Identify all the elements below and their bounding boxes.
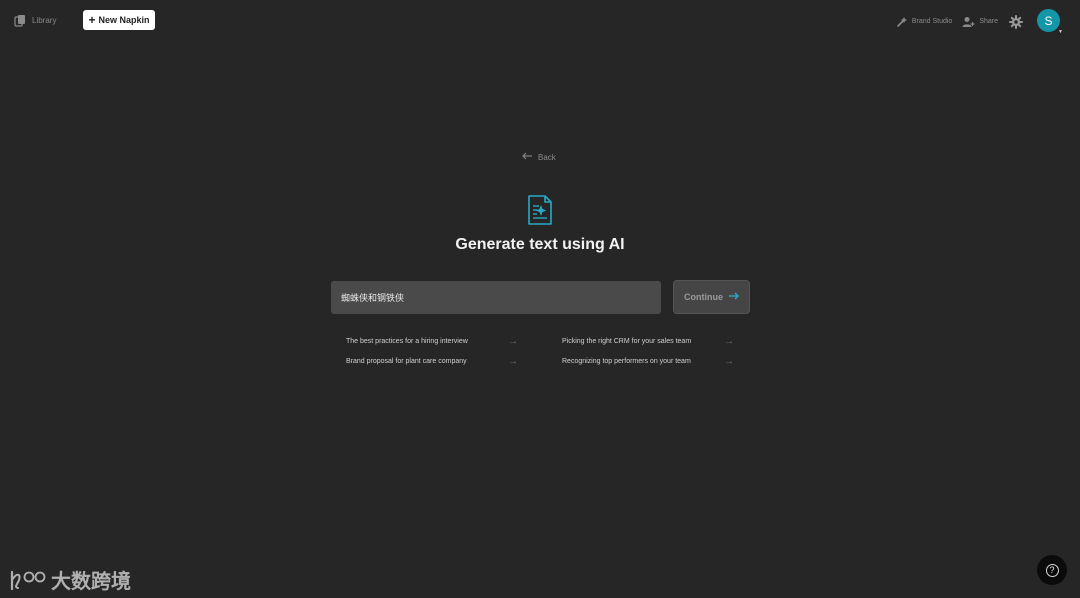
suggestion-item[interactable]: The best practices for a hiring intervie… — [346, 336, 518, 347]
page-title: Generate text using AI — [455, 236, 625, 253]
suggestion-item[interactable]: Picking the right CRM for your sales tea… — [562, 336, 734, 347]
top-bar-right: Brand Studio Share S ▼ — [896, 9, 1063, 35]
chevron-down-icon: ▼ — [1058, 29, 1063, 35]
brand-studio-link[interactable]: Brand Studio — [896, 16, 952, 28]
suggestion-label: The best practices for a hiring intervie… — [346, 338, 468, 345]
suggestion-item[interactable]: Brand proposal for plant care company → — [346, 356, 518, 367]
stacked-pages-icon — [14, 14, 27, 27]
top-bar-left: Library + New Napkin — [14, 10, 156, 30]
help-button[interactable]: ? — [1037, 555, 1067, 585]
continue-button[interactable]: Continue — [673, 280, 750, 314]
arrow-right-icon: → — [724, 336, 734, 347]
question-icon: ? — [1045, 563, 1059, 577]
arrow-right-icon: → — [724, 356, 734, 367]
watermark-text: 大数跨境 — [51, 569, 131, 593]
continue-label: Continue — [684, 292, 723, 302]
top-bar: Library + New Napkin Brand Studio Share … — [0, 0, 1080, 40]
gear-icon[interactable] — [1009, 14, 1023, 29]
avatar: S — [1037, 9, 1060, 32]
plus-icon: + — [88, 12, 96, 27]
suggestion-label: Recognizing top performers on your team — [562, 358, 691, 365]
back-label: Back — [538, 152, 556, 162]
library-link[interactable]: Library — [14, 14, 56, 27]
arrow-right-icon: → — [508, 336, 518, 347]
watermark-logo-icon — [10, 570, 46, 590]
share-label: Share — [979, 18, 998, 25]
suggestion-item[interactable]: Recognizing top performers on your team … — [562, 356, 734, 367]
suggestion-label: Brand proposal for plant care company — [346, 358, 467, 365]
suggestion-label: Picking the right CRM for your sales tea… — [562, 338, 692, 345]
brand-studio-label: Brand Studio — [911, 18, 953, 25]
back-link[interactable]: Back — [522, 152, 556, 162]
prompt-input[interactable] — [331, 281, 661, 314]
arrow-right-icon — [728, 292, 739, 302]
arrow-left-icon — [522, 152, 533, 162]
person-plus-icon — [962, 16, 975, 28]
library-label: Library — [32, 15, 57, 25]
arrow-right-icon: → — [508, 356, 518, 367]
new-napkin-label: New Napkin — [98, 15, 150, 25]
watermark: 大数跨境 — [9, 565, 131, 594]
new-napkin-button[interactable]: + New Napkin — [83, 10, 156, 30]
share-link[interactable]: Share — [962, 16, 998, 28]
document-ai-icon — [528, 195, 552, 225]
magic-wand-icon — [896, 16, 908, 28]
user-avatar-button[interactable]: S ▼ — [1037, 9, 1063, 35]
